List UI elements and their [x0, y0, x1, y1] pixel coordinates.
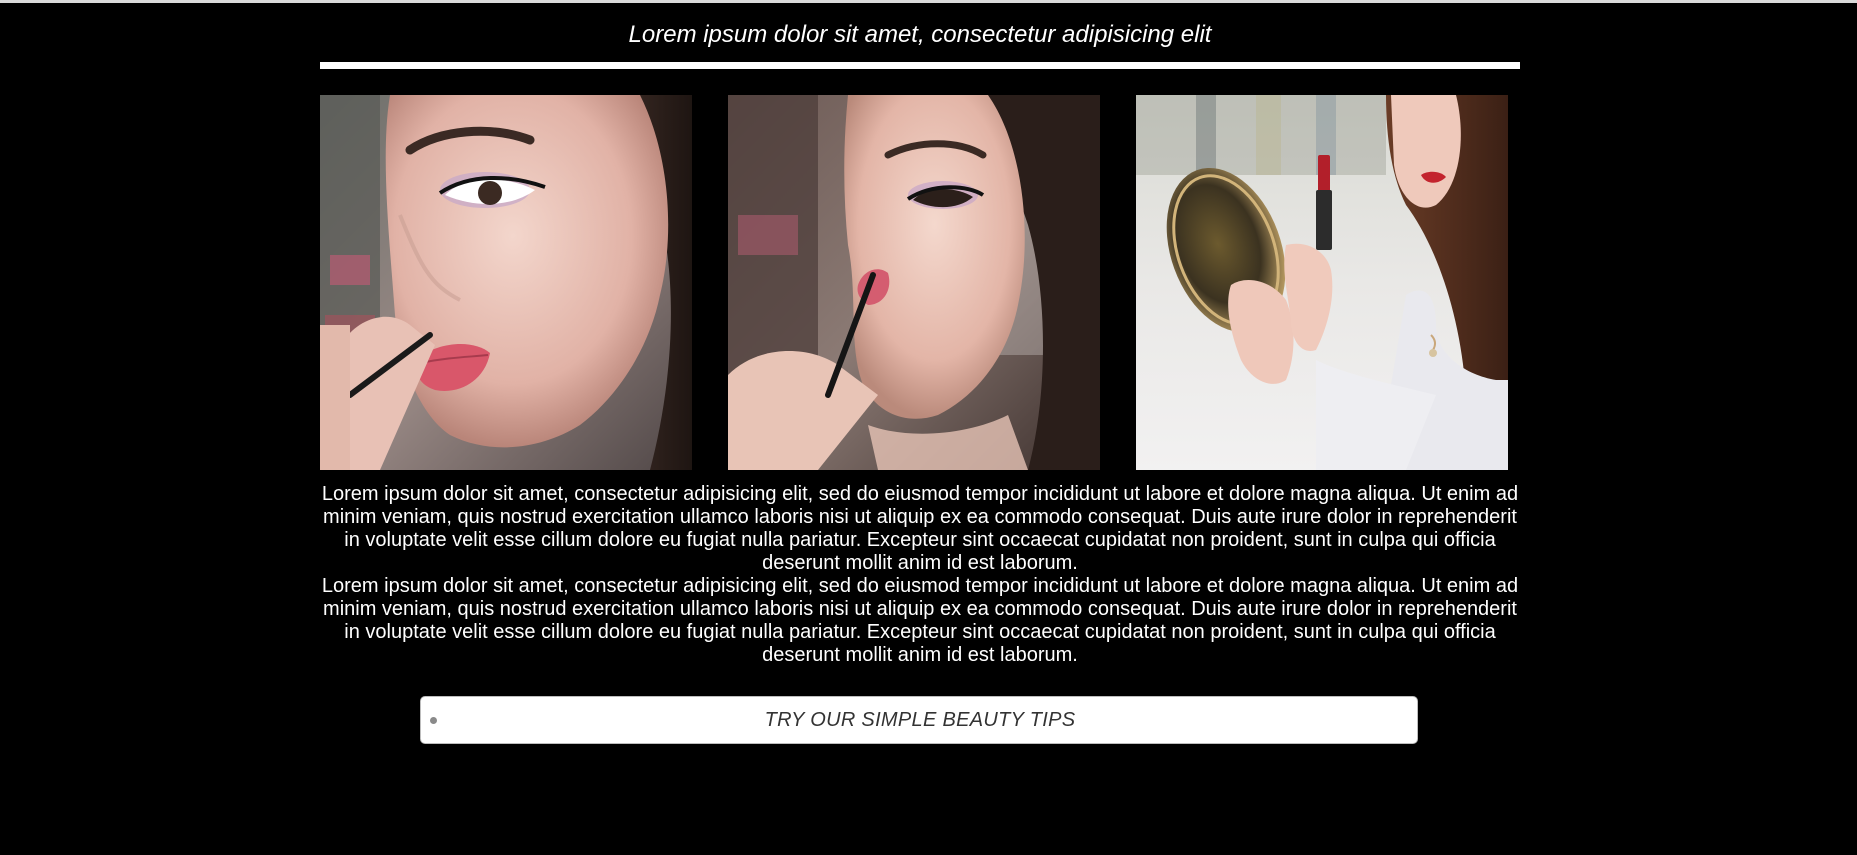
lipstick-compact-mirror-image: [1136, 95, 1508, 470]
photo-gallery: [320, 95, 1520, 470]
beauty-tips-button[interactable]: TRY OUR SIMPLE BEAUTY TIPS: [420, 696, 1418, 744]
gallery-photo-1: [320, 95, 692, 470]
browser-top-strip: [0, 0, 1857, 3]
gallery-photo-2: [728, 95, 1100, 470]
lip-liner-closeup-image: [320, 95, 692, 470]
body-paragraph-1: Lorem ipsum dolor sit amet, consectetur …: [321, 483, 1519, 574]
lip-liner-profile-image: [728, 95, 1100, 470]
gallery-photo-3: [1136, 95, 1508, 470]
beauty-tips-button-label: TRY OUR SIMPLE BEAUTY TIPS: [764, 709, 1076, 731]
body-paragraph-2: Lorem ipsum dolor sit amet, consectetur …: [321, 575, 1519, 666]
body-text: Lorem ipsum dolor sit amet, consectetur …: [320, 483, 1520, 667]
page-headline: Lorem ipsum dolor sit amet, consectetur …: [628, 21, 1212, 48]
headline-divider: [320, 62, 1520, 69]
